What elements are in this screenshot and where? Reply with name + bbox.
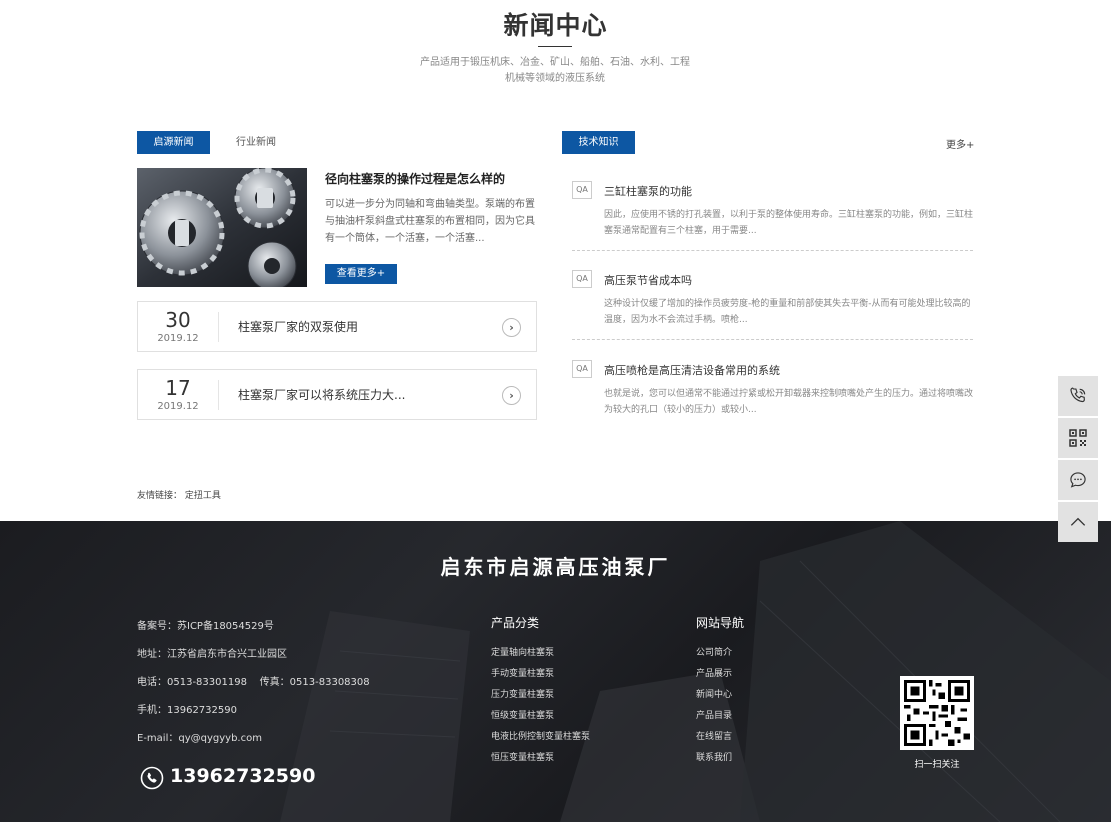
friend-links: 友情链接： 定扭工具 xyxy=(137,488,221,501)
news-row[interactable]: 17 2019.12 柱塞泵厂家可以将系统压力大... › xyxy=(137,369,537,420)
chevron-right-icon[interactable]: › xyxy=(502,386,521,405)
friend-links-label: 友情链接： xyxy=(137,491,183,501)
footer-nav-heading: 网站导航 xyxy=(696,616,745,630)
chevron-right-icon[interactable]: › xyxy=(502,318,521,337)
view-more-button[interactable]: 查看更多+ xyxy=(325,264,397,284)
footer-product-link[interactable]: 恒压变量柱塞泵 xyxy=(491,750,554,763)
title-underline xyxy=(538,46,572,47)
qr-label: 扫一扫关注 xyxy=(914,760,960,770)
sidebar-back-to-top-button[interactable] xyxy=(1058,502,1098,542)
qa-title[interactable]: 高压泵节省成本吗 xyxy=(604,272,692,288)
news-year-month: 2019.12 xyxy=(157,333,199,344)
phone-icon xyxy=(140,766,164,790)
footer-product-link[interactable]: 压力变量柱塞泵 xyxy=(491,687,554,700)
tab-company-news[interactable]: 启源新闻 xyxy=(137,131,210,154)
qr-code-image xyxy=(900,676,974,750)
hotline-number[interactable]: 13962732590 xyxy=(170,765,315,787)
footer-product-link[interactable]: 电液比例控制变量柱塞泵 xyxy=(491,729,590,742)
qa-icon: QA xyxy=(572,270,592,288)
qa-title[interactable]: 三缸柱塞泵的功能 xyxy=(604,183,692,199)
sidebar-chat-button[interactable] xyxy=(1058,460,1098,500)
sidebar-qrcode-button[interactable] xyxy=(1058,418,1098,458)
footer-nav-link[interactable]: 在线留言 xyxy=(696,729,732,742)
footer-company-name: 启东市启源高压油泵厂 xyxy=(440,555,671,579)
qa-icon: QA xyxy=(572,181,592,199)
date-divider xyxy=(218,380,219,410)
news-title[interactable]: 柱塞泵厂家的双泵使用 xyxy=(238,318,358,335)
news-day: 17 xyxy=(165,376,191,400)
news-row[interactable]: 30 2019.12 柱塞泵厂家的双泵使用 › xyxy=(137,301,537,352)
qa-desc: 这种设计仅缓了增加的操作员疲劳度-枪的重量和前部使其失去平衡-从而有可能处理比较… xyxy=(604,299,971,325)
hotline[interactable]: 13962732590 xyxy=(140,765,315,794)
tab-tech-knowledge[interactable]: 技术知识 xyxy=(562,131,635,154)
news-title[interactable]: 柱塞泵厂家可以将系统压力大... xyxy=(238,386,405,403)
feature-desc: 可以进一步分为同轴和弯曲轴类型。泵端的布置与抽油杆泵斜盘式柱塞泵的布置相同，因为… xyxy=(325,199,535,244)
footer-email: E-mail：qy@qygyyb.com xyxy=(137,733,262,744)
chat-icon xyxy=(1070,472,1086,488)
footer-address: 地址：江苏省启东市合兴工业园区 xyxy=(137,649,287,660)
footer-mobile: 手机：13962732590 xyxy=(137,705,237,716)
news-day: 30 xyxy=(165,308,191,332)
more-link[interactable]: 更多+ xyxy=(946,136,974,151)
footer-nav-link[interactable]: 联系我们 xyxy=(696,750,732,763)
arrow-up-icon xyxy=(1070,517,1086,526)
footer-products-heading: 产品分类 xyxy=(491,616,540,630)
footer-icp: 备案号：苏ICP备18054529号 xyxy=(137,621,274,632)
footer-nav-link[interactable]: 新闻中心 xyxy=(696,687,732,700)
feature-gears-image[interactable] xyxy=(137,168,307,287)
qrcode-icon xyxy=(1069,429,1087,447)
news-year-month: 2019.12 xyxy=(157,401,199,412)
section-subtitle: 产品适用于锻压机床、冶金、矿山、船舶、石油、水利、工程机械等领域的液压系统 xyxy=(420,57,690,84)
tab-industry-news[interactable]: 行业新闻 xyxy=(220,131,292,154)
friend-link[interactable]: 定扭工具 xyxy=(185,491,221,501)
footer-product-link[interactable]: 定量轴向柱塞泵 xyxy=(491,645,554,658)
feature-title[interactable]: 径向柱塞泵的操作过程是怎么样的 xyxy=(325,170,505,187)
footer-nav-link[interactable]: 公司简介 xyxy=(696,645,732,658)
qa-desc: 因此，应使用不锈的打孔装置，以利于泵的整体使用寿命。三缸柱塞泵的功能，例如，三缸… xyxy=(604,210,974,236)
qa-icon: QA xyxy=(572,360,592,378)
footer: 启东市启源高压油泵厂 备案号：苏ICP备18054529号 地址：江苏省启东市合… xyxy=(0,521,1111,822)
phone-icon xyxy=(1070,387,1086,403)
qa-desc: 也就是说，您可以但通常不能通过拧紧或松开卸载器来控制喷嘴处产生的压力。通过将喷嘴… xyxy=(604,389,974,415)
footer-nav-link[interactable]: 产品目录 xyxy=(696,708,732,721)
section-title: 新闻中心 xyxy=(503,11,608,40)
sidebar-phone-button[interactable] xyxy=(1058,376,1098,416)
divider xyxy=(572,339,973,340)
divider xyxy=(572,250,973,251)
date-divider xyxy=(218,312,219,342)
qa-title[interactable]: 高压喷枪是高压清洁设备常用的系统 xyxy=(604,362,780,378)
footer-nav-link[interactable]: 产品展示 xyxy=(696,666,732,679)
footer-product-link[interactable]: 手动变量柱塞泵 xyxy=(491,666,554,679)
footer-phone-fax: 电话：0513-83301198 传真：0513-83308308 xyxy=(137,677,370,688)
footer-product-link[interactable]: 恒级变量柱塞泵 xyxy=(491,708,554,721)
